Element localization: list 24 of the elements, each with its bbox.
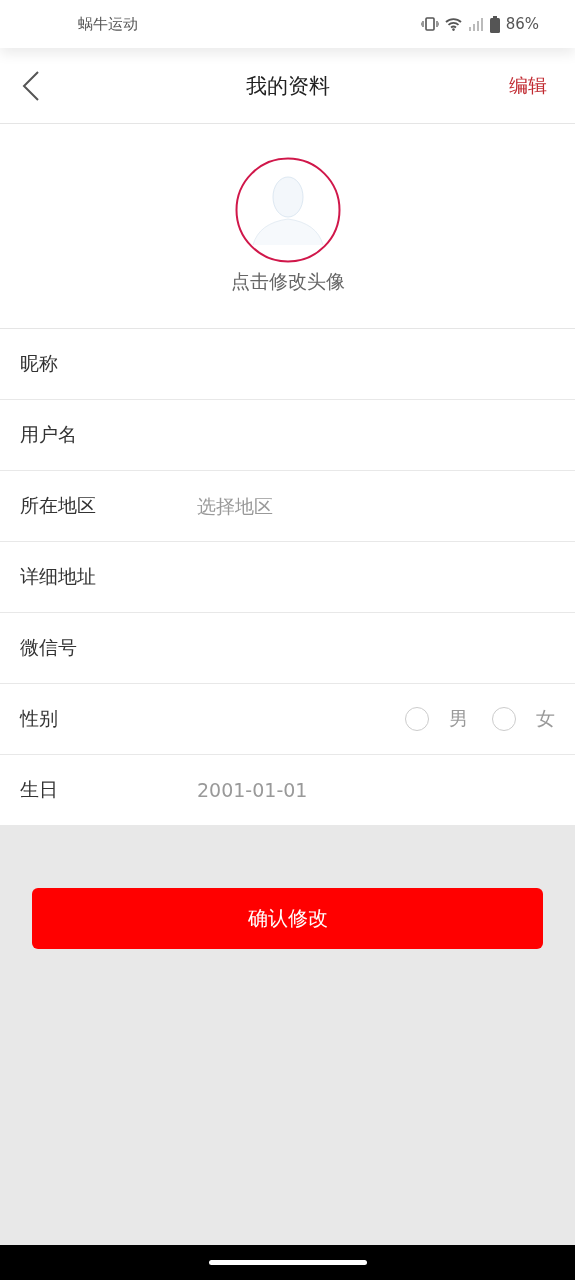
date-field[interactable]: 2001-01-01 (197, 779, 308, 801)
app-name: 蜗牛运动 (78, 14, 138, 34)
avatar-icon[interactable] (234, 157, 341, 263)
field-label: 微信号 (20, 635, 78, 660)
home-indicator[interactable] (208, 1260, 367, 1265)
confirm-button[interactable]: 确认修改 (32, 888, 543, 949)
region-select-field[interactable]: 选择地区 (197, 495, 555, 517)
radio-label: 男 (449, 706, 468, 731)
field-label: 昵称 (20, 351, 59, 376)
back-icon[interactable] (20, 69, 42, 102)
vibrate-icon (420, 17, 439, 31)
field-label: 用户名 (20, 422, 78, 447)
avatar-caption: 点击修改头像 (230, 269, 345, 294)
field-label: 生日 (20, 777, 59, 802)
battery-icon (489, 15, 500, 33)
edit-link[interactable]: 编辑 (509, 72, 547, 99)
battery-percentage: 86% (505, 15, 539, 33)
wifi-icon (444, 17, 462, 31)
field-label: 详细地址 (20, 564, 97, 589)
radio-label: 女 (536, 706, 555, 731)
page-title: 我的资料 (245, 72, 330, 100)
signal-icon (467, 17, 484, 31)
field-label: 性别 (20, 706, 59, 731)
field-label: 所在地区 (20, 493, 97, 518)
